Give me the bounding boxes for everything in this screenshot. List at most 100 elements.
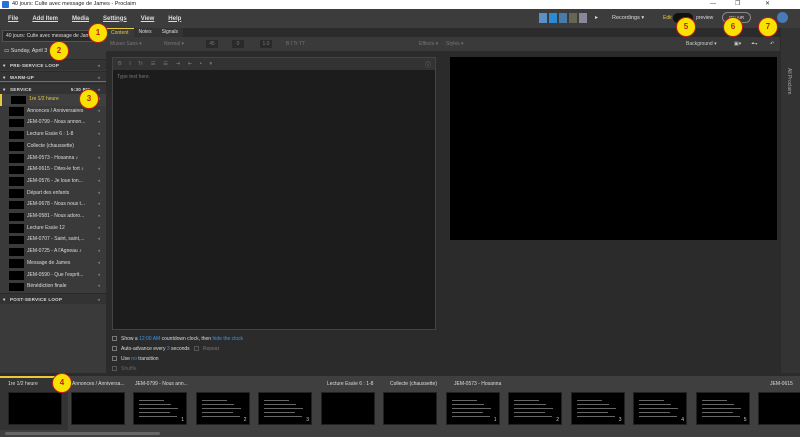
text-line	[139, 416, 177, 417]
editor-toolbar[interactable]: B I Tr ☰ ☰ ⇥ ⇤ ▪ ▾	[113, 58, 435, 70]
layers-icon[interactable]: ⏶▾	[751, 37, 757, 51]
chevron-left-icon: ◂	[97, 119, 100, 126]
filmstrip-item-label[interactable]: Annonces / Anniversa...	[72, 381, 125, 387]
text-line	[451, 408, 491, 409]
avatar	[539, 13, 547, 23]
service-item[interactable]: JEM-0707 - Saint, saint,... ◂	[0, 234, 106, 246]
collaborator-avatars[interactable]	[539, 13, 589, 23]
tab-notes[interactable]: Notes	[133, 28, 157, 37]
slide-thumbnail[interactable]: 3	[258, 392, 312, 425]
section-post-service-loop[interactable]: POST-SERVICE LOOP ◂	[0, 293, 106, 305]
repeat-label: Repeat	[202, 346, 219, 352]
service-item[interactable]: JEM-0725 - A l'Agneau ♪ ◂	[0, 246, 106, 258]
service-item[interactable]: JEM-0678 - Nous nous t... ◂	[0, 199, 106, 211]
filmstrip-item-label[interactable]: Collecte (chaussette)	[390, 381, 437, 387]
filmstrip-item-label[interactable]: JEM-0615	[770, 381, 793, 387]
font-size-input[interactable]: 45	[206, 40, 218, 48]
slide-thumbnail[interactable]: 2	[195, 392, 250, 425]
item-thumbnail	[11, 95, 26, 104]
menu-help[interactable]: Help	[168, 16, 181, 22]
slide-thumbnail[interactable]: 4	[633, 392, 687, 425]
text-style-buttons[interactable]: B I Tr TT	[286, 37, 305, 51]
text-line	[139, 412, 170, 413]
repeat-checkbox[interactable]	[193, 346, 199, 352]
item-label: Collecte (chaussette)	[27, 142, 74, 149]
service-item[interactable]: JEM-0581 - Nous adoro... ◂	[0, 211, 106, 223]
annotation-marker: 3	[79, 89, 99, 109]
maximize-button[interactable]: ❐	[735, 0, 740, 9]
slide-thumbnail[interactable]: 5	[695, 392, 750, 425]
filmstrip-item-label[interactable]: JEM-0799 - Nous ann...	[135, 381, 188, 387]
menu-file[interactable]: File	[8, 16, 18, 22]
transition-link[interactable]: no	[131, 356, 137, 362]
slide-thumbnail[interactable]	[383, 392, 437, 425]
minimize-button[interactable]: —	[710, 0, 716, 9]
service-item[interactable]: Lecture Esaïe 6 : 1-8 ◂	[0, 129, 106, 141]
item-label: JEM-0590 - Que l'esprit...	[27, 271, 84, 278]
avatar	[549, 13, 557, 23]
slide-thumbnail[interactable]	[758, 392, 800, 425]
service-item[interactable]: Bénédiction finale ◂	[0, 281, 106, 293]
user-avatar[interactable]	[777, 12, 788, 23]
service-item[interactable]: JEM-0573 - Hosanna ♪ ◂	[0, 153, 106, 165]
info-icon[interactable]: ⓘ	[425, 60, 431, 69]
slide-thumbnail[interactable]	[8, 392, 62, 425]
slide-number: 2	[243, 417, 247, 423]
tab-signals[interactable]: Signals	[156, 28, 183, 37]
section-pre-service-loop[interactable]: PRE-SERVICE LOOP ◂	[0, 59, 106, 71]
service-item[interactable]: Collecte (chaussette) ◂	[0, 141, 106, 153]
slide-text-editor[interactable]: B I Tr ☰ ☰ ⇥ ⇤ ▪ ▾ ⓘ Type text here.	[112, 57, 436, 330]
section-warm-up[interactable]: WARM-UP ◂	[0, 71, 106, 83]
close-button[interactable]: ✕	[765, 0, 770, 9]
spacing-input[interactable]: 0	[232, 40, 244, 48]
countdown-checkbox[interactable]	[112, 336, 117, 342]
slide-thumbnail[interactable]: 1	[445, 392, 500, 425]
filmstrip-item-label[interactable]: 1re 1/2 heure	[8, 381, 38, 387]
transition-checkbox[interactable]	[112, 356, 117, 362]
annotation-marker: 7	[758, 17, 778, 37]
filmstrip-item-label[interactable]: JEM-0573 - Hosanna	[454, 381, 501, 387]
slide-thumbnail[interactable]	[320, 392, 375, 425]
background-menu[interactable]: Background ▾	[686, 37, 717, 51]
line-height-input[interactable]: 1.0	[260, 40, 272, 48]
text-placeholder[interactable]: Type text here.	[117, 74, 150, 80]
hide-clock-link[interactable]: hide the clock	[212, 336, 243, 342]
slide-number: 1	[181, 417, 184, 423]
slide-thumbnail[interactable]: 3	[570, 392, 625, 425]
filmstrip-scrollbar[interactable]	[5, 432, 160, 435]
text-line	[264, 412, 295, 413]
filmstrip-item-label[interactable]: Lecture Esaïe 6 : 1-8	[327, 381, 373, 387]
styles-menu[interactable]: Styles ▾	[446, 37, 464, 51]
service-item[interactable]: JEM-0590 - Que l'esprit... ◂	[0, 270, 106, 282]
auto-advance-checkbox[interactable]	[112, 346, 117, 352]
slide-thumbnail[interactable]	[70, 392, 125, 425]
layout-icon[interactable]: ▣▾	[734, 37, 741, 51]
effects-menu[interactable]: Effects ▾	[419, 37, 438, 51]
countdown-time-link[interactable]: 12:00 AM	[139, 336, 160, 342]
menu-settings[interactable]: Settings	[103, 16, 127, 22]
undo-icon[interactable]: ↶	[770, 37, 774, 51]
chevron-left-icon: ◂	[97, 248, 100, 255]
item-thumbnail	[9, 118, 24, 128]
shuffle-checkbox[interactable]	[112, 366, 117, 372]
weight-select[interactable]: Normal ▾	[164, 37, 184, 51]
play-icon[interactable]: ▸	[595, 14, 598, 21]
service-item[interactable]: Départ des enfants ◂	[0, 188, 106, 200]
font-select[interactable]: Museo Sans ▾	[110, 37, 142, 51]
menu-add-item[interactable]: Add Item	[32, 16, 58, 22]
menu-media[interactable]: Media	[72, 16, 89, 22]
service-item[interactable]: JEM-0615 - Dites-le fort ♪ ◂	[0, 164, 106, 176]
seconds-link[interactable]: 3	[167, 346, 170, 352]
recordings-button[interactable]: Recordings ▾	[612, 15, 644, 21]
tab-content[interactable]: Content	[106, 28, 134, 37]
slide-thumbnail[interactable]: 2	[508, 392, 562, 425]
service-date[interactable]: ▭ Sunday, April 3	[4, 48, 47, 54]
service-item[interactable]: Lecture Esaïe 12 ◂	[0, 223, 106, 235]
service-item[interactable]: JEM-0576 - Je loue ton... ◂	[0, 176, 106, 188]
service-item[interactable]: JEM-0799 - Nous annon... ◂	[0, 117, 106, 129]
menu-view[interactable]: View	[141, 16, 155, 22]
all-proclaim-panel[interactable]: All Proclaim	[781, 28, 800, 373]
slide-thumbnail[interactable]: 1	[133, 392, 187, 425]
service-item[interactable]: Message de James ◂	[0, 258, 106, 270]
text-line	[639, 408, 678, 409]
